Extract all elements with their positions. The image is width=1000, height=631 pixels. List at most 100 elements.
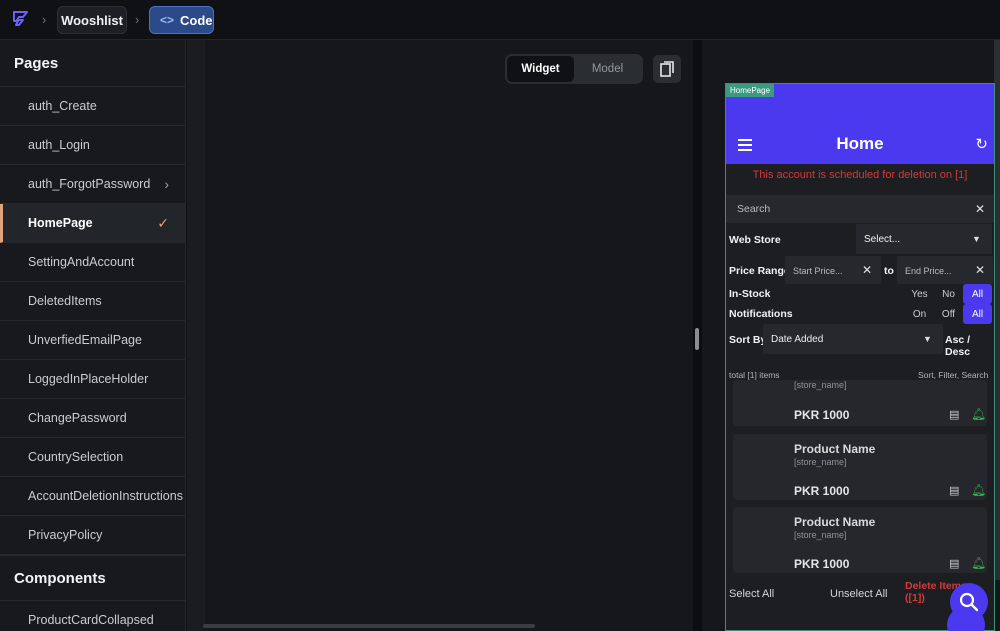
sidebar-item-label: ChangePassword — [28, 411, 127, 425]
product-name: Product Name — [794, 442, 876, 456]
select-all-button[interactable]: Select All — [729, 588, 774, 600]
bell-icon[interactable]: 🔔︎ — [971, 407, 986, 421]
unselect-all-button[interactable]: Unselect All — [830, 588, 887, 600]
notifications-on[interactable]: On — [905, 304, 934, 324]
breadcrumb-project-label: Wooshlist — [61, 12, 123, 28]
breadcrumb-project[interactable]: Wooshlist — [57, 6, 127, 34]
tab-model[interactable]: Model — [574, 56, 641, 82]
chevron-right-icon: › — [135, 12, 140, 27]
homepage-preview: Home ↻ HomePage This account is schedule… — [725, 83, 995, 631]
in-stock-all[interactable]: All — [963, 284, 992, 304]
sidebar-item-privacy-policy[interactable]: PrivacyPolicy — [0, 516, 185, 555]
sidebar-item-label: auth_Create — [28, 99, 97, 113]
sidebar-item-label: auth_ForgotPassword — [28, 177, 151, 191]
gift-icon[interactable]: ▤ — [949, 557, 959, 570]
sidebar-item-label: LoggedInPlaceHolder — [28, 372, 149, 386]
sort-filter-hint: Sort, Filter, Search — [918, 370, 989, 380]
store-name: [store_name] — [794, 380, 847, 390]
sidebar-item-unverified-email-page[interactable]: UnverfiedEmailPage — [0, 321, 185, 360]
search-input[interactable]: Search ✕ — [726, 195, 994, 223]
chevron-down-icon: ▼ — [923, 334, 932, 344]
sidebar-item-label: AccountDeletionInstructions — [28, 489, 183, 503]
sidebar-item-label: CountrySelection — [28, 450, 124, 464]
notifications-label: Notifications — [729, 308, 793, 320]
sidebar-item-auth-forgot-password[interactable]: auth_ForgotPassword › — [0, 165, 185, 204]
price-range-label: Price Range — [729, 265, 790, 277]
clear-search-icon[interactable]: ✕ — [975, 202, 985, 216]
clear-start-price-icon[interactable]: ✕ — [862, 263, 872, 277]
bell-icon[interactable]: 🔔︎ — [971, 483, 986, 497]
widget-model-toggle: Widget Model — [505, 54, 643, 84]
product-price: PKR 1000 — [794, 408, 850, 422]
to-label: to — [884, 265, 894, 277]
store-name: [store_name] — [794, 530, 847, 540]
clear-end-price-icon[interactable]: ✕ — [975, 263, 985, 277]
code-editor-area[interactable] — [187, 40, 693, 631]
bell-icon[interactable]: 🔔︎ — [971, 556, 986, 570]
notifications-all[interactable]: All — [963, 304, 992, 324]
web-store-label: Web Store — [729, 234, 781, 246]
sidebar-item-label: ProductCardCollapsed — [28, 613, 154, 627]
sidebar-item-change-password[interactable]: ChangePassword — [0, 399, 185, 438]
search-fab[interactable] — [950, 583, 988, 621]
horizontal-scrollbar[interactable] — [203, 624, 535, 628]
start-price-input[interactable]: Start Price... ✕ — [785, 256, 881, 284]
in-stock-no[interactable]: No — [934, 284, 963, 304]
product-price: PKR 1000 — [794, 484, 850, 498]
sidebar-item-label: PrivacyPolicy — [28, 528, 103, 542]
sidebar-item-product-card-collapsed[interactable]: ProductCardCollapsed — [0, 601, 185, 631]
copy-button[interactable] — [653, 55, 681, 83]
start-price-placeholder: Start Price... — [793, 266, 843, 276]
sort-by-value: Date Added — [771, 334, 824, 345]
components-title: Components — [0, 555, 185, 601]
refresh-icon[interactable]: ↻ — [975, 135, 988, 153]
top-bar: › Wooshlist › <> Code — [0, 0, 1000, 40]
notifications-off[interactable]: Off — [934, 304, 963, 324]
notifications-selector: On Off All — [905, 304, 992, 324]
sidebar-item-label: UnverfiedEmailPage — [28, 333, 142, 347]
pages-title: Pages — [0, 40, 185, 87]
sidebar-item-country-selection[interactable]: CountrySelection — [0, 438, 185, 477]
flutterflow-logo-icon[interactable] — [10, 9, 32, 31]
sidebar-item-account-deletion-instructions[interactable]: AccountDeletionInstructions — [0, 477, 185, 516]
sidebar-item-auth-create[interactable]: auth_Create — [0, 87, 185, 126]
gift-icon[interactable]: ▤ — [949, 484, 959, 497]
sidebar-item-logged-in-placeholder[interactable]: LoggedInPlaceHolder — [0, 360, 185, 399]
sidebar-item-label: HomePage — [28, 216, 93, 230]
tab-widget[interactable]: Widget — [507, 56, 574, 82]
copy-icon — [660, 61, 674, 77]
sidebar-item-auth-login[interactable]: auth_Login — [0, 126, 185, 165]
sort-order-toggle[interactable]: Asc / Desc — [945, 334, 994, 358]
code-button-label: Code — [180, 12, 213, 28]
search-placeholder: Search — [737, 203, 771, 215]
page-title: Home — [836, 134, 884, 153]
end-price-placeholder: End Price... — [905, 266, 952, 276]
in-stock-selector: Yes No All — [905, 284, 992, 304]
check-icon: ✓ — [157, 215, 169, 231]
code-button[interactable]: <> Code — [149, 6, 214, 34]
product-name: Product Name — [794, 515, 876, 529]
sidebar-item-label: SettingAndAccount — [28, 255, 135, 269]
product-card[interactable]: Product Name [store_name] PKR 1000 ▤ 🔔︎ — [733, 507, 987, 573]
in-stock-yes[interactable]: Yes — [905, 284, 934, 304]
search-icon — [959, 592, 979, 612]
sidebar-item-setting-and-account[interactable]: SettingAndAccount — [0, 243, 185, 282]
gift-icon[interactable]: ▤ — [949, 408, 959, 421]
total-items-count: total [1] items — [729, 370, 780, 380]
sort-by-dropdown[interactable]: Date Added ▼ — [763, 324, 943, 354]
sidebar-item-deleted-items[interactable]: DeletedItems — [0, 282, 185, 321]
store-name: [store_name] — [794, 457, 847, 467]
sidebar-item-label: DeletedItems — [28, 294, 102, 308]
product-card[interactable]: [store_name] PKR 1000 ▤ 🔔︎ — [733, 380, 987, 426]
web-store-value: Select... — [864, 234, 901, 245]
deletion-warning: This account is scheduled for deletion o… — [752, 169, 968, 181]
sidebar-item-homepage[interactable]: HomePage ✓ — [0, 204, 185, 243]
code-icon: <> — [160, 13, 175, 27]
sort-by-label: Sort By — [729, 334, 767, 346]
web-store-dropdown[interactable]: Select... ▼ — [856, 224, 992, 254]
chevron-right-icon[interactable]: › — [164, 176, 169, 192]
product-card[interactable]: Product Name [store_name] PKR 1000 ▤ 🔔︎ — [733, 434, 987, 500]
resize-handle[interactable] — [695, 328, 699, 350]
end-price-input[interactable]: End Price... ✕ — [897, 256, 993, 284]
chevron-right-icon: › — [42, 12, 47, 27]
